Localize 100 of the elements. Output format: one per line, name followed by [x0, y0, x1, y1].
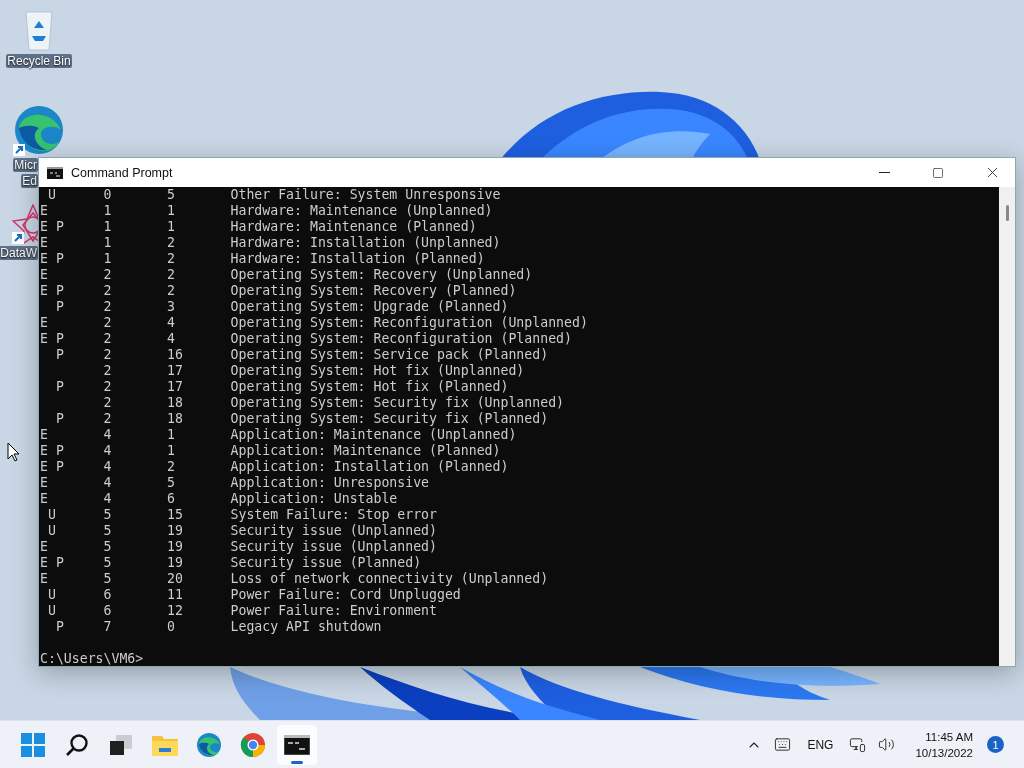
code-text: 1	[167, 203, 176, 219]
description-text: Loss of network connectivity (Unplanned)	[230, 571, 549, 587]
notification-badge[interactable]: 1	[987, 736, 1004, 753]
clock[interactable]: 11:45 AM 10/13/2022	[911, 728, 977, 761]
description-text: Hardware: Maintenance (Planned)	[230, 219, 477, 235]
code-text: 1	[167, 427, 176, 443]
code-text: 2	[167, 267, 176, 283]
code-text: 5	[167, 475, 176, 491]
description-text: Application: Maintenance (Unplanned)	[230, 427, 517, 443]
description-text: Operating System: Recovery (Unplanned)	[230, 267, 533, 283]
category-text: 5	[103, 571, 113, 587]
network-icon	[849, 736, 867, 753]
description-text: Hardware: Installation (Planned)	[230, 251, 485, 267]
description-text: Legacy API shutdown	[230, 619, 382, 635]
code-text: 3	[167, 299, 176, 315]
code-text: 2	[167, 235, 176, 251]
task-view-icon	[110, 734, 132, 755]
category-text: 4	[103, 459, 113, 475]
category-text: 4	[103, 475, 113, 491]
code-text: 1	[167, 443, 176, 459]
flags-text: P	[54, 619, 65, 635]
code-text: 19	[167, 523, 184, 539]
category-text: 7	[103, 619, 113, 635]
flags-text: E P	[40, 283, 65, 299]
cursor-icon	[7, 442, 20, 462]
description-text: Operating System: Service pack (Planned)	[230, 347, 549, 363]
description-text: Operating System: Hot fix (Planned)	[230, 379, 509, 395]
time-text: 11:45 AM	[925, 729, 973, 745]
terminal-icon	[284, 734, 310, 755]
description-text: Power Failure: Environment	[230, 603, 437, 619]
flags-text: E P	[40, 219, 65, 235]
category-text: 2	[103, 267, 113, 283]
code-text: 19	[167, 539, 184, 555]
code-text: 2	[167, 459, 176, 475]
speaker-icon	[878, 736, 896, 753]
taskbar-button[interactable]	[277, 724, 317, 765]
flags-text: E	[40, 571, 49, 587]
category-text: 1	[103, 235, 113, 251]
description-text: Operating System: Upgrade (Planned)	[230, 299, 509, 315]
windows-logo-icon	[21, 732, 45, 757]
category-text: 2	[103, 379, 113, 395]
description-text: Application: Unresponsive	[230, 475, 430, 491]
description-text: Other Failure: System Unresponsive	[230, 187, 501, 203]
code-text: 20	[167, 571, 184, 587]
code-text: 2	[167, 283, 176, 299]
category-text: 5	[103, 507, 113, 523]
command-prompt-text: C:\Users\VM6>	[40, 651, 144, 666]
category-text: 2	[103, 331, 113, 347]
edge-icon	[196, 731, 222, 758]
flags-text: E	[40, 491, 49, 507]
description-text: Application: Installation (Planned)	[230, 459, 509, 475]
terminal-icon	[47, 166, 63, 179]
window-title: Command Prompt	[71, 165, 174, 180]
flags-text: E P	[40, 459, 65, 475]
category-text: 2	[103, 283, 113, 299]
chrome-icon	[240, 731, 266, 758]
category-text: 2	[103, 347, 113, 363]
keyboard-icon	[774, 736, 792, 753]
flags-text: U	[46, 187, 57, 203]
flags-text: P	[54, 379, 65, 395]
description-text: Security issue (Unplanned)	[230, 539, 437, 555]
edge-icon	[13, 104, 65, 156]
icon-label: DataW	[0, 246, 38, 260]
description-text: Operating System: Security fix (Unplanned)	[230, 395, 564, 411]
code-text: 16	[167, 347, 184, 363]
flags-text: U	[46, 603, 57, 619]
description-text: Operating System: Hot fix (Unplanned)	[230, 363, 525, 379]
flags-text: E	[40, 267, 49, 283]
flags-text: P	[54, 411, 65, 427]
flags-text: E P	[40, 331, 65, 347]
flags-text: U	[46, 523, 57, 539]
flags-text: U	[46, 507, 57, 523]
description-text: Application: Maintenance (Planned)	[230, 443, 501, 459]
description-text: Operating System: Reconfiguration (Planned)	[230, 331, 572, 347]
description-text: Hardware: Maintenance (Unplanned)	[230, 203, 493, 219]
category-text: 5	[103, 523, 113, 539]
category-text: 5	[103, 539, 113, 555]
flags-text: P	[54, 347, 65, 363]
category-text: 6	[103, 587, 113, 603]
code-text: 2	[167, 251, 176, 267]
category-text: 4	[103, 443, 113, 459]
category-text: 2	[103, 363, 113, 379]
code-text: 18	[167, 411, 184, 427]
category-text: 4	[103, 491, 113, 507]
folder-icon	[152, 733, 178, 756]
category-text: 2	[103, 411, 113, 427]
icon-label: Recycle Bin	[6, 54, 72, 68]
flags-text: U	[46, 587, 57, 603]
shortcut-arrow-icon	[13, 144, 25, 156]
star-shape-icon	[12, 204, 38, 244]
search-icon	[65, 732, 89, 757]
description-text: Hardware: Installation (Unplanned)	[230, 235, 501, 251]
scrollbar[interactable]	[999, 187, 1015, 666]
flags-text: E P	[40, 251, 65, 267]
code-text: 17	[167, 379, 184, 395]
description-text: Operating System: Recovery (Planned)	[230, 283, 517, 299]
description-text: System Failure: Stop error	[230, 507, 437, 523]
language-indicator[interactable]: ENG	[807, 737, 834, 752]
code-text: 6	[167, 491, 176, 507]
flags-text: E	[40, 203, 49, 219]
